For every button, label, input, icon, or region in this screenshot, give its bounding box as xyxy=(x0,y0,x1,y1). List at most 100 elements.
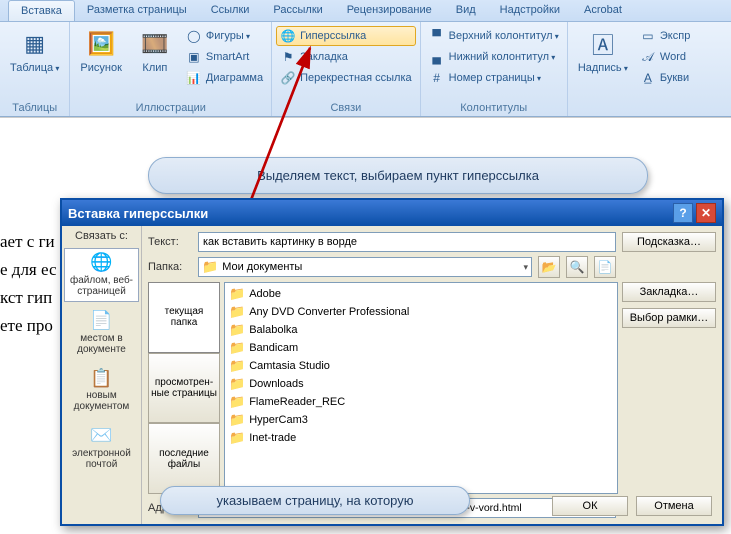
crossref-button[interactable]: 🔗 Перекрестная ссылка xyxy=(276,68,416,88)
chart-button[interactable]: 📊 Диаграмма xyxy=(182,68,267,88)
newdoc-icon: 📋 xyxy=(90,369,112,389)
chart-label: Диаграмма xyxy=(206,72,263,84)
list-item[interactable]: 📁Downloads xyxy=(227,375,615,393)
group-label-text xyxy=(572,113,694,116)
dialog-main: Текст: Подсказка… Папка: 📁 Мои документы… xyxy=(142,226,722,524)
table-button-label: Таблица xyxy=(10,62,59,74)
view-current-folder[interactable]: текущая папка xyxy=(148,282,220,353)
smartart-button[interactable]: ▣SmartArt xyxy=(182,47,267,67)
list-item[interactable]: 📁Any DVD Converter Professional xyxy=(227,303,615,321)
file-list[interactable]: 📁Adobe📁Any DVD Converter Professional📁Ba… xyxy=(224,282,618,494)
folder-icon: 📁 xyxy=(229,376,245,392)
document-area xyxy=(0,117,731,157)
group-illustrations: 🖼️ Рисунок 🎞️ Клип ◯Фигуры ▣SmartArt 📊 Ди… xyxy=(70,22,272,116)
footer-label: Нижний колонтитул xyxy=(449,51,556,63)
list-item[interactable]: 📁Balabolka xyxy=(227,321,615,339)
tab-addins[interactable]: Надстройки xyxy=(488,0,572,21)
pagenum-icon: # xyxy=(429,70,445,86)
folder-value: Мои документы xyxy=(218,261,523,273)
group-text: 🄰 Надпись ▭ Экспр 𝒜Word A̲Букви xyxy=(568,22,698,116)
shapes-button[interactable]: ◯Фигуры xyxy=(182,26,267,46)
browse-web-button[interactable]: 🔍 xyxy=(566,256,588,278)
folder-icon: 📁 xyxy=(229,358,245,374)
browse-view-tabs: текущая папка просмотрен-ные страницы по… xyxy=(148,282,220,494)
annotation-callout-1: Выделяем текст, выбираем пункт гиперссыл… xyxy=(148,157,648,194)
group-label-tables: Таблицы xyxy=(4,101,65,116)
cancel-button[interactable]: Отмена xyxy=(636,496,712,516)
group-tables: ▦ Таблица Таблицы xyxy=(0,22,70,116)
wordart-label: Word xyxy=(660,51,686,63)
picture-icon: 🖼️ xyxy=(85,28,117,60)
header-button[interactable]: ▀Верхний колонтитул xyxy=(425,26,563,46)
clip-button[interactable]: 🎞️ Клип xyxy=(130,26,180,76)
footer-icon: ▄ xyxy=(429,49,445,65)
ribbon: ▦ Таблица Таблицы 🖼️ Рисунок 🎞️ Клип ◯Фи… xyxy=(0,22,731,117)
view-browsed-pages[interactable]: просмотрен-ные страницы xyxy=(148,353,220,424)
list-item[interactable]: 📁FlameReader_REC xyxy=(227,393,615,411)
table-button[interactable]: ▦ Таблица xyxy=(4,26,65,76)
dropcap-button[interactable]: A̲Букви xyxy=(636,68,694,88)
browse-file-button[interactable]: 📄 xyxy=(594,256,616,278)
folder-icon: 📁 xyxy=(229,340,245,356)
tab-insert[interactable]: Вставка xyxy=(8,0,75,21)
linkto-new-doc[interactable]: 📋новым документом xyxy=(64,364,139,418)
list-item[interactable]: 📁Camtasia Studio xyxy=(227,357,615,375)
textbox-button[interactable]: 🄰 Надпись xyxy=(572,26,634,76)
dialog-titlebar[interactable]: Вставка гиперссылки ? ✕ xyxy=(62,200,722,226)
tab-view[interactable]: Вид xyxy=(444,0,488,21)
clip-icon: 🎞️ xyxy=(139,28,171,60)
bookmark-icon: ⚑ xyxy=(280,49,296,65)
tab-review[interactable]: Рецензирование xyxy=(335,0,444,21)
document-text-fragment: ает с ги е для ес кст гип ете про xyxy=(0,228,62,340)
tab-pagelayout[interactable]: Разметка страницы xyxy=(75,0,199,21)
express-button[interactable]: ▭ Экспр xyxy=(636,26,694,46)
pagenum-label: Номер страницы xyxy=(449,72,541,84)
view-recent-files[interactable]: последние файлы xyxy=(148,423,220,494)
footer-button[interactable]: ▄ Нижний колонтитул xyxy=(425,47,563,67)
list-item[interactable]: 📁HyperCam3 xyxy=(227,411,615,429)
bookmark-label: Закладка xyxy=(300,51,348,63)
folder-icon: 📁 xyxy=(229,322,245,338)
text-label: Текст: xyxy=(148,236,192,248)
linkto-place-doc[interactable]: 📄местом в документе xyxy=(64,306,139,360)
mail-icon: ✉️ xyxy=(90,426,112,446)
pagenum-button[interactable]: # Номер страницы xyxy=(425,68,563,88)
list-item[interactable]: 📁Bandicam xyxy=(227,339,615,357)
folder-icon: 📁 xyxy=(202,259,218,275)
wordart-button[interactable]: 𝒜Word xyxy=(636,47,694,67)
chart-icon: 📊 xyxy=(186,70,202,86)
crossref-label: Перекрестная ссылка xyxy=(300,72,412,84)
smartart-label: SmartArt xyxy=(206,51,249,63)
tab-references[interactable]: Ссылки xyxy=(199,0,262,21)
express-icon: ▭ xyxy=(640,28,656,44)
display-text-input[interactable] xyxy=(198,232,616,252)
linkto-file-web[interactable]: 🌐файлом, веб-страницей xyxy=(64,248,139,302)
linkto-email[interactable]: ✉️электронной почтой xyxy=(64,421,139,475)
globe-icon: 🌐 xyxy=(90,253,112,273)
list-item[interactable]: 📁Adobe xyxy=(227,285,615,303)
screentip-button[interactable]: Подсказка… xyxy=(622,232,716,252)
group-links: 🌐Гиперссылка ⚑ Закладка 🔗 Перекрестная ссы… xyxy=(272,22,421,116)
up-folder-button[interactable]: 📂 xyxy=(538,256,560,278)
folder-combo[interactable]: 📁 Мои документы ▾ xyxy=(198,257,532,277)
header-icon: ▀ xyxy=(429,28,445,44)
clip-label: Клип xyxy=(142,62,167,74)
ok-button[interactable]: ОК xyxy=(552,496,628,516)
close-button[interactable]: ✕ xyxy=(696,203,716,223)
hyperlink-button[interactable]: 🌐Гиперссылка xyxy=(276,26,416,46)
tab-acrobat[interactable]: Acrobat xyxy=(572,0,634,21)
crossref-icon: 🔗 xyxy=(280,70,296,86)
shapes-icon: ◯ xyxy=(186,28,202,44)
group-headerfooter: ▀Верхний колонтитул ▄ Нижний колонтитул #… xyxy=(421,22,568,116)
link-to-label: Связать с: xyxy=(64,230,139,244)
picture-button[interactable]: 🖼️ Рисунок xyxy=(74,26,128,76)
ribbon-tabs: Вставка Разметка страницы Ссылки Рассылк… xyxy=(0,0,731,22)
bookmark-dialog-button[interactable]: Закладка… xyxy=(622,282,716,302)
express-label: Экспр xyxy=(660,30,690,42)
bookmark-button[interactable]: ⚑ Закладка xyxy=(276,47,416,67)
tab-mailings[interactable]: Рассылки xyxy=(261,0,334,21)
target-frame-button[interactable]: Выбор рамки… xyxy=(622,308,716,328)
help-button[interactable]: ? xyxy=(673,203,693,223)
folder-icon: 📁 xyxy=(229,430,245,446)
list-item[interactable]: 📁Inet-trade xyxy=(227,429,615,447)
